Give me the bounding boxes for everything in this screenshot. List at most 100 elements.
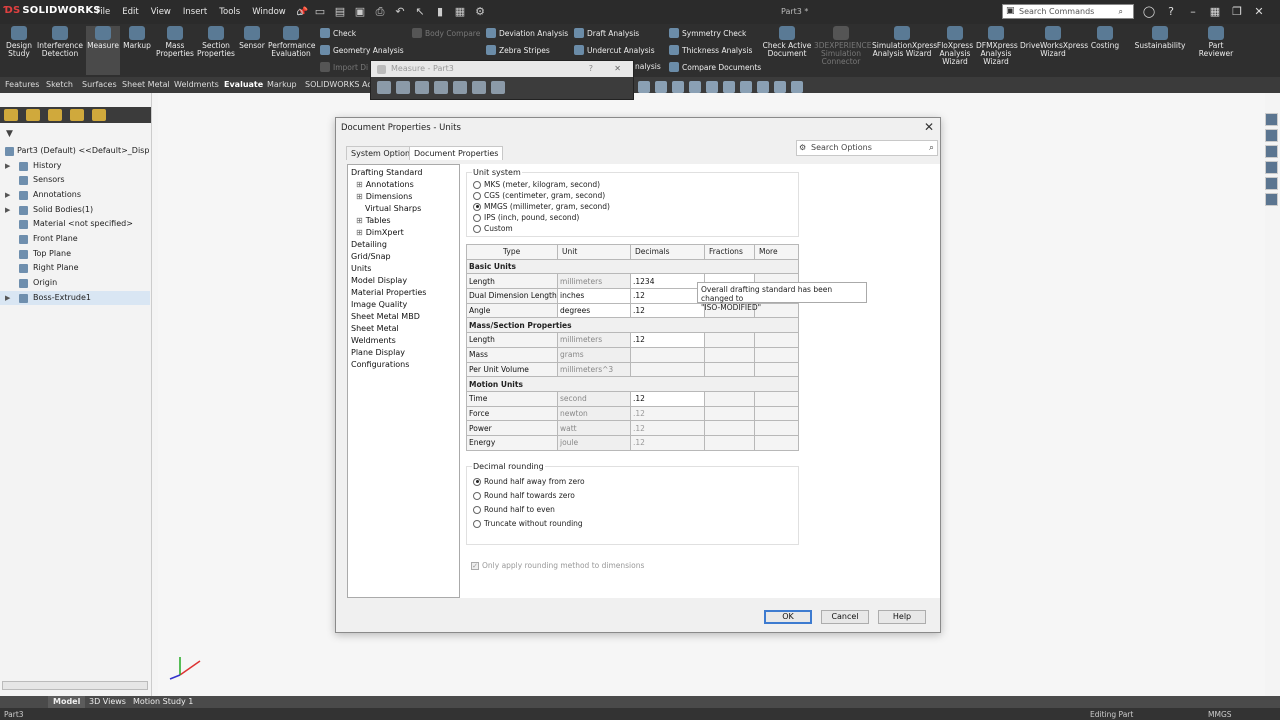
row-decimals-select[interactable] (630, 346, 705, 363)
draft-analysis-button[interactable]: Draft Analysis (574, 28, 639, 38)
appearances-icon[interactable] (1265, 177, 1278, 190)
tab-features[interactable]: Features (5, 80, 39, 89)
restore-icon[interactable]: ❐ (1229, 4, 1245, 19)
measure-title-bar[interactable]: Measure - Part3 ? ✕ (371, 61, 633, 77)
deviation-analysis-button[interactable]: Deviation Analysis (486, 28, 568, 38)
radio-ips[interactable]: IPS (inch, pound, second) (473, 213, 579, 222)
help-button[interactable]: Help (878, 610, 926, 624)
driveworksxpress-button[interactable]: DriveWorksXpress Wizard (1020, 26, 1088, 58)
tab-surfaces[interactable]: Surfaces (82, 80, 117, 89)
previous-view-icon[interactable] (672, 81, 684, 93)
radio-indicator[interactable] (473, 491, 481, 500)
row-more[interactable] (754, 434, 799, 451)
row-fractions[interactable] (704, 405, 755, 422)
row-more[interactable] (754, 346, 799, 363)
tree-horizontal-scrollbar[interactable] (2, 681, 148, 690)
edit-appearance-icon[interactable] (757, 81, 769, 93)
options-item-units[interactable]: Units (351, 264, 371, 273)
print-icon[interactable]: ⎙ (372, 4, 388, 19)
display-style-icon[interactable] (723, 81, 735, 93)
options-item-grid-snap[interactable]: Grid/Snap (351, 252, 391, 261)
menu-window[interactable]: Window (246, 7, 292, 17)
tab-motion-study-1[interactable]: Motion Study 1 (128, 696, 198, 708)
row-fractions[interactable] (704, 361, 755, 378)
3dexperience-simulation-connector-button[interactable]: 3DEXPERIENCE Simulation Connector (814, 26, 871, 66)
row-decimals-select[interactable]: .12 (630, 420, 705, 436)
menu-tools[interactable]: Tools (213, 7, 246, 17)
property-manager-icon[interactable] (26, 109, 40, 121)
zoom-to-fit-icon[interactable] (638, 81, 650, 93)
options-item-dimxpert[interactable]: ⊞ DimXpert (356, 228, 404, 237)
row-fractions[interactable] (704, 346, 755, 363)
view-palette-icon[interactable] (1265, 161, 1278, 174)
row-more[interactable] (754, 420, 799, 436)
radio-cgs[interactable]: CGS (centimeter, gram, second) (473, 191, 605, 200)
apply-scene-icon[interactable] (774, 81, 786, 93)
tab-model[interactable]: Model (48, 696, 86, 708)
tree-item-front-plane[interactable]: Front Plane (0, 232, 150, 246)
row-unit-select[interactable]: millimeters (557, 332, 631, 348)
tab-weldments[interactable]: Weldments (174, 80, 219, 89)
tab-3d-views[interactable]: 3D Views (84, 696, 131, 708)
units-precision-icon[interactable] (396, 81, 410, 94)
row-decimals-select[interactable]: .12 (630, 434, 705, 451)
sustainability-button[interactable]: Sustainability (1132, 26, 1188, 50)
tree-item-origin[interactable]: Origin (0, 276, 150, 290)
section-view-icon[interactable] (689, 81, 701, 93)
dimxpert-manager-icon[interactable] (70, 109, 84, 121)
close-icon[interactable]: ✕ (1251, 4, 1267, 19)
undo-icon[interactable]: ↶ (392, 4, 408, 19)
row-decimals-select[interactable]: .12 (630, 288, 705, 304)
radio-truncate[interactable]: Truncate without rounding (473, 519, 583, 528)
measure-window[interactable]: Measure - Part3 ? ✕ (370, 60, 634, 100)
radio-mmgs[interactable]: MMGS (millimeter, gram, second) (473, 202, 610, 211)
tree-item-annotations[interactable]: ▶ Annotations (0, 188, 150, 202)
projection-icon[interactable] (453, 81, 467, 94)
panels-icon[interactable]: ▦ (1207, 4, 1223, 19)
radio-mks[interactable]: MKS (meter, kilogram, second) (473, 180, 600, 189)
row-unit-select[interactable]: newton (557, 405, 631, 422)
row-more[interactable] (754, 405, 799, 422)
tree-item-right-plane[interactable]: Right Plane (0, 261, 150, 275)
sensor-button[interactable]: Sensor (238, 26, 266, 50)
symmetry-check-button[interactable]: Symmetry Check (669, 28, 746, 38)
check-active-document-button[interactable]: Check Active Document (762, 26, 812, 58)
thickness-analysis-button[interactable]: Thickness Analysis (669, 45, 752, 55)
row-unit-select[interactable]: second (557, 390, 631, 407)
row-more[interactable] (754, 361, 799, 378)
tab-sheet-metal[interactable]: Sheet Metal (122, 80, 170, 89)
radio-indicator[interactable] (473, 180, 481, 189)
row-more[interactable] (754, 390, 799, 407)
options-item-detailing[interactable]: Detailing (351, 240, 387, 249)
options-item-model-display[interactable]: Model Display (351, 276, 407, 285)
radio-indicator[interactable] (473, 202, 481, 211)
zoom-area-icon[interactable] (655, 81, 667, 93)
radio-indicator[interactable] (473, 191, 481, 200)
dfmxpress-button[interactable]: DFMXpress Analysis Wizard (976, 26, 1018, 66)
solidworks-resources-icon[interactable] (1265, 113, 1278, 126)
radio-indicator[interactable] (473, 224, 481, 233)
simulationxpress-button[interactable]: SimulationXpress Analysis Wizard (872, 26, 937, 58)
radio-round-half-away[interactable]: Round half away from zero (473, 477, 585, 486)
design-study-button[interactable]: Design Study (4, 26, 34, 58)
tree-item-sensors[interactable]: Sensors (0, 173, 150, 187)
filter-icon[interactable]: ▼ (6, 129, 13, 139)
options-item-tables[interactable]: ⊞ Tables (356, 216, 391, 225)
close-icon[interactable]: ✕ (614, 61, 621, 77)
tree-root-part[interactable]: Part3 (Default) <<Default>_Display Sta (0, 144, 150, 158)
options-item-annotations[interactable]: ⊞ Annotations (356, 180, 414, 189)
body-compare-button[interactable]: Body Compare (412, 28, 480, 38)
options-item-sheet-metal-mbd[interactable]: Sheet Metal MBD (351, 312, 420, 321)
select-icon[interactable]: ↖ (412, 4, 428, 19)
solidworks-logo[interactable]: ƊS SOLIDWORKS (4, 5, 101, 16)
compare-documents-button[interactable]: Compare Documents (669, 62, 761, 72)
open-icon[interactable]: ▤ (332, 4, 348, 19)
file-explorer-icon[interactable] (1265, 145, 1278, 158)
tab-solidworks-addins[interactable]: SOLIDWORKS Add (305, 80, 377, 89)
row-fractions[interactable] (704, 332, 755, 348)
radio-round-half-towards[interactable]: Round half towards zero (473, 491, 575, 500)
search-commands-input[interactable]: ▣ Search Commands ⌕ (1002, 4, 1134, 19)
checkbox-indicator[interactable]: ✓ (471, 561, 479, 570)
new-document-icon[interactable]: ▭ (312, 4, 328, 19)
row-unit-select[interactable]: watt (557, 420, 631, 436)
